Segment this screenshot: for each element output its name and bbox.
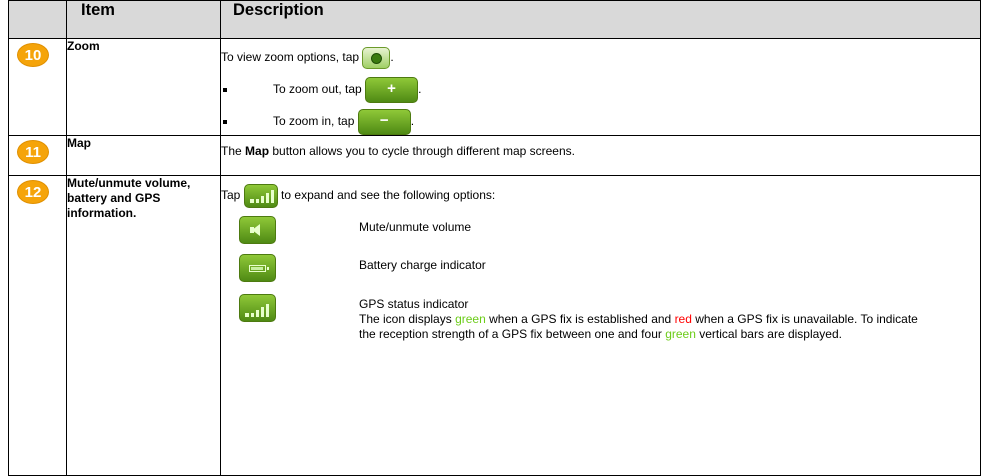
- plus-icon[interactable]: +: [365, 77, 419, 103]
- number-cell: 11: [8, 135, 67, 176]
- option-mute-label: Mute/unmute volume: [359, 220, 472, 234]
- zoom-intro-line: To view zoom options, tap .: [221, 47, 980, 69]
- table-row-zoom: 10 Zoom To view zoom options, tap . To z…: [8, 38, 981, 136]
- option-gps-detail: The icon displays green when a GPS fix i…: [359, 312, 918, 341]
- number-cell: 12: [8, 175, 67, 476]
- zoom-magnifier-icon[interactable]: [362, 47, 391, 69]
- description-zoom: To view zoom options, tap . To zoom out,…: [220, 38, 981, 136]
- number-badge-10: 10: [17, 43, 49, 67]
- zoom-out-bullet: To zoom out, tap +.: [223, 77, 980, 103]
- document-page: Item Description 10 Zoom To view zoom op…: [8, 0, 981, 476]
- bullet-icon: [223, 120, 227, 124]
- description-status: Tap to expand and see the following opti…: [220, 175, 981, 476]
- gps-signal-icon[interactable]: [243, 184, 278, 208]
- table-row-map: 11 Map The Map button allows you to cycl…: [8, 135, 981, 176]
- description-map: The Map button allows you to cycle throu…: [220, 135, 981, 176]
- option-gps: GPS status indicator The icon displays g…: [239, 294, 980, 368]
- bullet-icon: [223, 88, 227, 92]
- gps-signal-icon[interactable]: [239, 294, 276, 322]
- item-name-zoom: Zoom: [66, 38, 221, 136]
- item-name-map: Map: [66, 135, 221, 176]
- minus-icon[interactable]: −: [357, 109, 411, 135]
- header-description: Description: [220, 0, 981, 39]
- option-gps-text: GPS status indicator The icon displays g…: [359, 297, 919, 342]
- option-battery-label: Battery charge indicator: [359, 258, 486, 272]
- number-cell: 10: [8, 38, 67, 136]
- zoom-in-bullet: To zoom in, tap −.: [223, 109, 980, 135]
- option-mute: Mute/unmute volume: [239, 216, 980, 246]
- speaker-icon[interactable]: [239, 216, 276, 244]
- option-battery: Battery charge indicator: [239, 254, 980, 284]
- header-item: Item: [66, 0, 221, 39]
- header-number-cell: [8, 0, 67, 39]
- items-table: Item Description 10 Zoom To view zoom op…: [8, 0, 981, 476]
- number-badge-11: 11: [17, 140, 49, 164]
- table-row-status: 12 Mute/unmute volume, battery and GPS i…: [8, 175, 981, 476]
- option-gps-label: GPS status indicator: [359, 297, 469, 311]
- table-header-row: Item Description: [8, 0, 981, 39]
- status-tap-line: Tap to expand and see the following opti…: [221, 184, 980, 208]
- battery-icon[interactable]: [239, 254, 276, 282]
- number-badge-12: 12: [17, 180, 49, 204]
- item-name-status: Mute/unmute volume, battery and GPS info…: [66, 175, 221, 476]
